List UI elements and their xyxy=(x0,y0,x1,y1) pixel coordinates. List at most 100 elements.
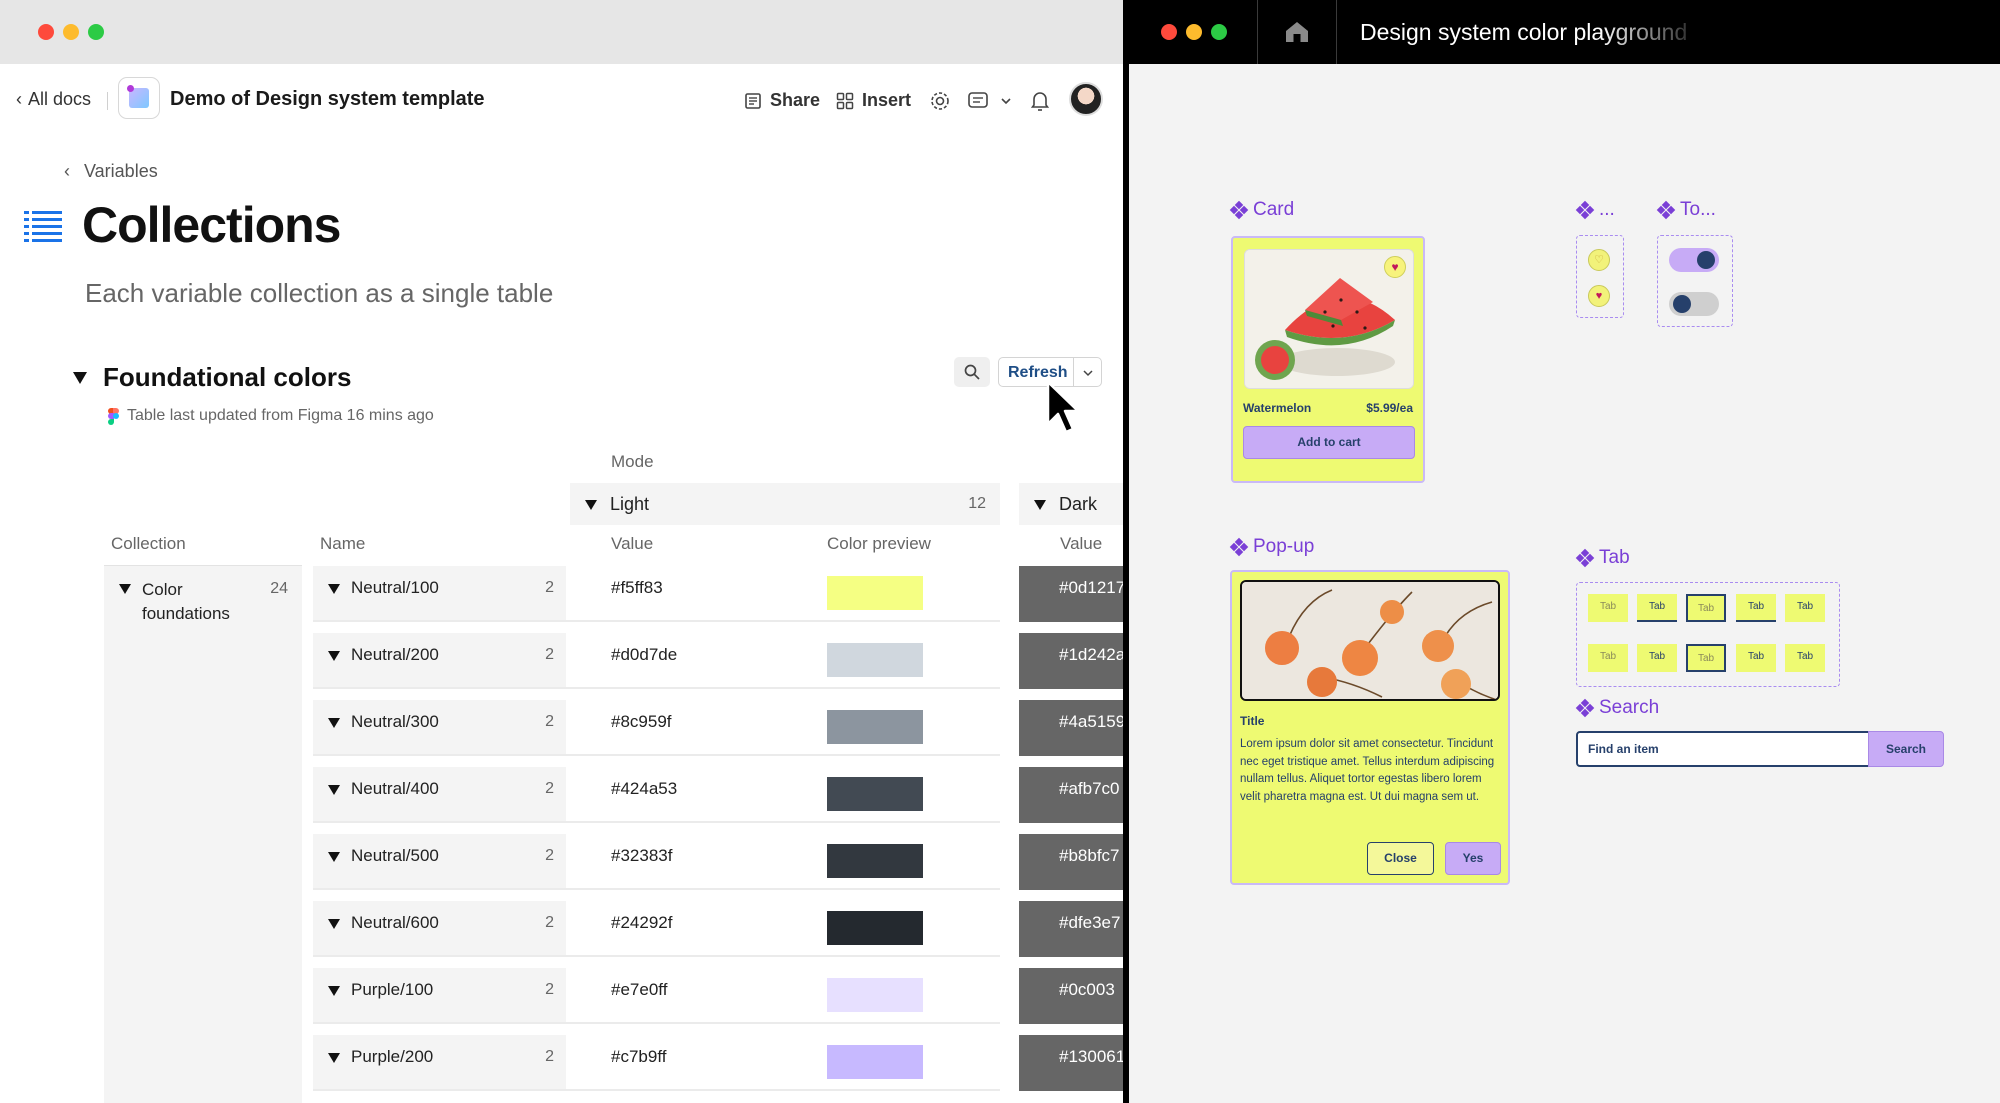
tab-item[interactable]: Tab xyxy=(1686,594,1726,622)
dark-value: #b8bfc7 xyxy=(1059,846,1120,865)
dark-value-cell[interactable]: #4a5159 xyxy=(1019,700,1123,756)
dark-value-cell[interactable]: #0c003 xyxy=(1019,968,1123,1024)
minimize-window-button[interactable] xyxy=(1186,24,1202,40)
insert-button[interactable]: Insert xyxy=(836,90,911,111)
table-row[interactable]: Purple/100 2 #e7e0ff #0c003 xyxy=(313,968,1123,1024)
name-cell[interactable]: Neutral/400 2 xyxy=(313,767,566,821)
name-cell[interactable]: Neutral/100 2 xyxy=(313,566,566,620)
add-to-cart-button[interactable]: Add to cart xyxy=(1243,426,1415,459)
component-label-search[interactable]: Search xyxy=(1575,697,1659,719)
popup-close-button[interactable]: Close xyxy=(1367,842,1434,875)
name-cell[interactable]: Purple/100 2 xyxy=(313,968,566,1022)
component-label-favorite[interactable]: ... xyxy=(1575,199,1615,221)
light-value: #8c959f xyxy=(611,712,672,731)
table-row[interactable]: Neutral/200 2 #d0d7de #1d242a xyxy=(313,633,1123,689)
name-cell[interactable]: Neutral/500 2 xyxy=(313,834,566,888)
toggle-component[interactable] xyxy=(1657,235,1733,327)
popup-component[interactable]: Title Lorem ipsum dolor sit amet consect… xyxy=(1230,570,1510,885)
variable-name: Neutral/100 xyxy=(351,578,439,597)
name-cell[interactable]: Neutral/300 2 xyxy=(313,700,566,754)
dark-value-cell[interactable]: #afb7c0 xyxy=(1019,767,1123,823)
toggle-off[interactable] xyxy=(1669,292,1719,316)
tab-item[interactable]: Tab xyxy=(1588,594,1628,622)
table-row[interactable]: Neutral/100 2 #f5ff83 #0d1217 xyxy=(313,566,1123,622)
name-cell[interactable]: Neutral/200 2 xyxy=(313,633,566,687)
collection-cell[interactable]: Color foundations 24 xyxy=(104,566,302,1103)
variable-name: Purple/100 xyxy=(351,980,434,999)
toggle-on[interactable] xyxy=(1669,248,1719,272)
all-docs-link[interactable]: ‹ All docs xyxy=(16,89,91,110)
heart-outline-icon[interactable]: ♡ xyxy=(1588,249,1610,271)
table-row[interactable]: Neutral/600 2 #24292f #dfe3e7 xyxy=(313,901,1123,957)
column-header-collection[interactable]: Collection xyxy=(111,534,186,554)
name-cell[interactable]: Neutral/600 2 xyxy=(313,901,566,955)
tab-item[interactable]: Tab xyxy=(1785,644,1825,672)
tab-item[interactable]: Tab xyxy=(1785,594,1825,622)
dark-value-cell[interactable]: #0d1217 xyxy=(1019,566,1123,622)
component-label-popup[interactable]: Pop-up xyxy=(1229,536,1314,558)
name-cell[interactable]: Purple/200 2 xyxy=(313,1035,566,1089)
close-window-button[interactable] xyxy=(1161,24,1177,40)
coda-window: ‹ All docs Demo of Design system templat… xyxy=(0,0,1123,1103)
comment-icon[interactable] xyxy=(967,90,989,112)
tab-component[interactable]: Tab Tab Tab Tab Tab Tab Tab Tab Tab Tab xyxy=(1576,582,1840,687)
row-divider xyxy=(313,888,1000,890)
collapse-triangle-icon xyxy=(1034,500,1046,510)
component-label-tab[interactable]: Tab xyxy=(1575,547,1630,569)
table-search-button[interactable] xyxy=(954,357,990,387)
share-button[interactable]: Share xyxy=(744,90,820,111)
tab-item[interactable]: Tab xyxy=(1736,644,1776,672)
gear-icon[interactable] xyxy=(929,90,951,112)
dark-value-cell[interactable]: #1d242a xyxy=(1019,633,1123,689)
chevron-down-icon[interactable] xyxy=(1000,96,1012,106)
popup-yes-button[interactable]: Yes xyxy=(1445,842,1501,875)
search-button[interactable]: Search xyxy=(1868,731,1944,767)
row-divider xyxy=(313,620,1000,622)
dark-value-cell[interactable]: #dfe3e7 xyxy=(1019,901,1123,957)
row-divider xyxy=(313,955,1000,957)
collapse-triangle-icon[interactable] xyxy=(72,371,88,385)
row-divider xyxy=(313,1089,1000,1091)
column-header-dark-value[interactable]: Value xyxy=(1060,534,1102,554)
search-input[interactable]: Find an item xyxy=(1576,731,1870,767)
tab-item[interactable]: Tab xyxy=(1686,644,1726,672)
doc-title[interactable]: Demo of Design system template xyxy=(170,88,485,111)
table-row[interactable]: Purple/200 2 #c7b9ff #130061 xyxy=(313,1035,1123,1091)
doc-icon[interactable] xyxy=(118,77,160,119)
light-value: #d0d7de xyxy=(611,645,678,664)
avatar[interactable] xyxy=(1069,82,1103,116)
table-row[interactable]: Neutral/400 2 #424a53 #afb7c0 xyxy=(313,767,1123,823)
close-window-button[interactable] xyxy=(38,24,54,40)
maximize-window-button[interactable] xyxy=(1211,24,1227,40)
chevron-down-icon[interactable] xyxy=(1082,368,1094,378)
column-header-value[interactable]: Value xyxy=(611,534,653,554)
heart-filled-icon[interactable]: ♥ xyxy=(1588,285,1610,307)
mode-header-dark[interactable]: Dark xyxy=(1019,483,1123,525)
component-label-toggle[interactable]: To... xyxy=(1656,199,1716,221)
tab-item[interactable]: Tab xyxy=(1588,644,1628,672)
minimize-window-button[interactable] xyxy=(63,24,79,40)
mode-name: Light xyxy=(610,494,650,514)
dark-value: #1d242a xyxy=(1059,645,1123,664)
table-row[interactable]: Neutral/300 2 #8c959f #4a5159 xyxy=(313,700,1123,756)
mode-header-light[interactable]: Light 12 xyxy=(570,483,1000,525)
tab-item[interactable]: Tab xyxy=(1637,644,1677,672)
variable-count: 2 xyxy=(545,914,554,931)
dark-value-cell[interactable]: #b8bfc7 xyxy=(1019,834,1123,890)
dark-value-cell[interactable]: #130061 xyxy=(1019,1035,1123,1091)
maximize-window-button[interactable] xyxy=(88,24,104,40)
collapse-triangle-icon xyxy=(328,919,340,929)
favorite-component[interactable]: ♡ ♥ xyxy=(1576,235,1624,318)
home-icon[interactable] xyxy=(1284,20,1310,44)
tab-item[interactable]: Tab xyxy=(1736,594,1776,622)
breadcrumb[interactable]: ‹ Variables xyxy=(64,161,158,182)
bell-icon[interactable] xyxy=(1030,90,1050,112)
title-fade xyxy=(1599,10,1729,54)
column-header-name[interactable]: Name xyxy=(320,534,365,554)
column-header-color-preview[interactable]: Color preview xyxy=(827,534,931,554)
component-label-card[interactable]: Card xyxy=(1229,199,1294,221)
tab-item[interactable]: Tab xyxy=(1637,594,1677,622)
favorite-heart-icon[interactable]: ♥ xyxy=(1384,256,1406,278)
card-component[interactable]: ♥ Watermelon $5.99/ea Add to cart xyxy=(1231,236,1425,483)
table-row[interactable]: Neutral/500 2 #32383f #b8bfc7 xyxy=(313,834,1123,890)
